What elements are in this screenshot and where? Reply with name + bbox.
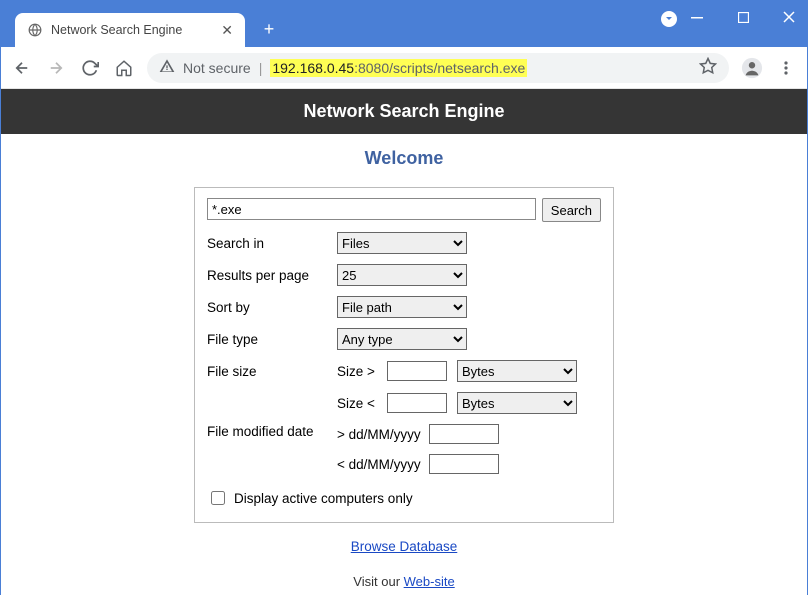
- reload-button[interactable]: [79, 57, 101, 79]
- visit-row: Visit our Web-site: [1, 574, 807, 589]
- browse-link-row: Browse Database: [1, 539, 807, 554]
- url-highlight: 192.168.0.45:8080/scripts/netsearch.exe: [270, 59, 527, 77]
- bookmark-star-icon[interactable]: [699, 57, 717, 78]
- size-lt-input[interactable]: [387, 393, 447, 413]
- forward-button[interactable]: [45, 57, 67, 79]
- size-lt-label: Size <: [337, 396, 383, 411]
- warning-icon: [159, 58, 175, 77]
- file-type-select[interactable]: Any type: [337, 328, 467, 350]
- browse-database-link[interactable]: Browse Database: [351, 539, 458, 554]
- not-secure-label: Not secure: [183, 60, 251, 76]
- size-gt-label: Size >: [337, 364, 383, 379]
- new-tab-button[interactable]: +: [255, 15, 283, 43]
- website-link[interactable]: Web-site: [404, 574, 455, 589]
- chevron-down-icon[interactable]: [661, 11, 677, 27]
- date-gt-input[interactable]: [429, 424, 499, 444]
- date-lt-label: < dd/MM/yyyy: [337, 457, 421, 472]
- size-gt-input[interactable]: [387, 361, 447, 381]
- page-banner: Network Search Engine: [1, 89, 807, 134]
- welcome-heading: Welcome: [1, 148, 807, 169]
- search-in-label: Search in: [207, 236, 337, 251]
- address-bar[interactable]: Not secure | 192.168.0.45:8080/scripts/n…: [147, 53, 729, 83]
- back-button[interactable]: [11, 57, 33, 79]
- date-lt-input[interactable]: [429, 454, 499, 474]
- visit-prefix: Visit our: [353, 574, 403, 589]
- tab-title: Network Search Engine: [51, 23, 213, 37]
- sort-by-label: Sort by: [207, 300, 337, 315]
- file-modified-label: File modified date: [207, 424, 337, 439]
- browser-tab[interactable]: Network Search Engine ✕: [15, 13, 245, 47]
- window-controls: [685, 5, 801, 29]
- date-gt-label: > dd/MM/yyyy: [337, 427, 421, 442]
- close-icon[interactable]: ✕: [221, 22, 233, 39]
- size-lt-unit-select[interactable]: Bytes: [457, 392, 577, 414]
- results-per-page-select[interactable]: 25: [337, 264, 467, 286]
- maximize-button[interactable]: [731, 5, 755, 29]
- separator: |: [259, 60, 263, 76]
- close-window-button[interactable]: [777, 5, 801, 29]
- results-per-page-label: Results per page: [207, 268, 337, 283]
- search-in-select[interactable]: Files: [337, 232, 467, 254]
- profile-icon[interactable]: [741, 57, 763, 79]
- size-gt-unit-select[interactable]: Bytes: [457, 360, 577, 382]
- file-type-label: File type: [207, 332, 337, 347]
- search-button[interactable]: Search: [542, 198, 601, 222]
- minimize-button[interactable]: [685, 5, 709, 29]
- browser-toolbar: Not secure | 192.168.0.45:8080/scripts/n…: [1, 47, 807, 89]
- active-only-checkbox[interactable]: [211, 491, 225, 505]
- globe-icon: [27, 22, 43, 38]
- search-form: Search Search in Files Results per page …: [194, 187, 614, 523]
- page-content: Network Search Engine Welcome Search Sea…: [1, 89, 807, 596]
- menu-button[interactable]: [775, 57, 797, 79]
- active-only-label: Display active computers only: [234, 491, 413, 506]
- sort-by-select[interactable]: File path: [337, 296, 467, 318]
- file-size-label: File size: [207, 364, 337, 379]
- browser-titlebar: Network Search Engine ✕ +: [1, 1, 807, 47]
- home-button[interactable]: [113, 57, 135, 79]
- search-query-input[interactable]: [207, 198, 536, 220]
